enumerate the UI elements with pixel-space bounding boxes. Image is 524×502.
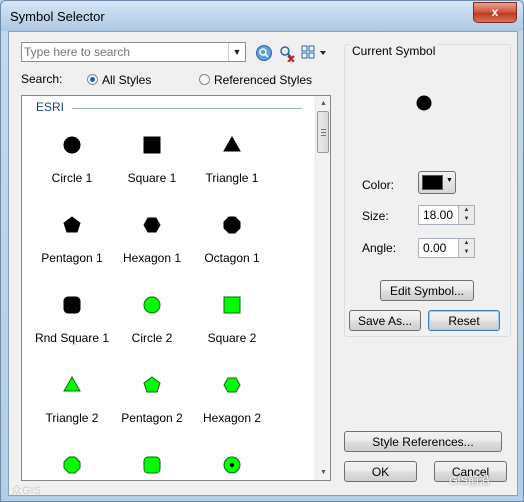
triangle-symbol-icon bbox=[223, 136, 241, 152]
vertical-scrollbar[interactable]: ▲ ▼ bbox=[315, 96, 330, 480]
symbol-item-label: Hexagon 2 bbox=[202, 411, 262, 425]
symbol-item[interactable]: Triangle 1 bbox=[192, 108, 272, 188]
chevron-down-icon[interactable]: ▼ bbox=[228, 43, 245, 61]
save-as-button[interactable]: Save As... bbox=[349, 310, 421, 331]
octagon-symbol-icon bbox=[223, 216, 241, 234]
triangle-symbol-icon bbox=[63, 376, 81, 392]
rounded-square-symbol-icon bbox=[143, 456, 161, 474]
scroll-up-arrow-icon[interactable]: ▲ bbox=[316, 96, 330, 111]
close-button[interactable]: x bbox=[473, 2, 517, 23]
hexagon-symbol-icon bbox=[143, 217, 161, 233]
radio-referenced-styles-label[interactable]: Referenced Styles bbox=[214, 73, 312, 87]
symbol-item-label: Circle 1 bbox=[51, 171, 93, 185]
angle-stepper[interactable]: 0.00 ▲ ▼ bbox=[418, 238, 475, 258]
symbol-item[interactable]: Pentagon 1 bbox=[32, 188, 112, 268]
close-icon: x bbox=[491, 5, 499, 19]
radio-referenced-styles[interactable] bbox=[199, 74, 210, 85]
symbol-item-label: Hexagon 1 bbox=[122, 251, 182, 265]
rounded-square-symbol-icon bbox=[63, 296, 81, 314]
angle-value[interactable]: 0.00 bbox=[423, 241, 446, 255]
radio-all-styles-label[interactable]: All Styles bbox=[102, 73, 151, 87]
symbol-item[interactable]: Triangle 2 bbox=[32, 348, 112, 428]
octagon-symbol-icon bbox=[63, 456, 81, 474]
symbol-item-label: Square 2 bbox=[207, 331, 257, 345]
color-swatch bbox=[422, 175, 443, 190]
search-button[interactable] bbox=[255, 44, 273, 62]
symbol-item[interactable]: Square 2 bbox=[192, 268, 272, 348]
symbol-item[interactable] bbox=[32, 428, 112, 480]
pentagon-symbol-icon bbox=[63, 216, 81, 233]
watermark-left: 众GIS bbox=[11, 485, 41, 497]
current-symbol-title: Current Symbol bbox=[350, 44, 438, 58]
size-stepper[interactable]: 18.00 ▲ ▼ bbox=[418, 205, 475, 225]
current-symbol-group: Current Symbol Color: ▼ Size: 18.00 ▲ ▼ … bbox=[344, 44, 511, 337]
symbol-item[interactable] bbox=[112, 428, 192, 480]
square-symbol-icon bbox=[143, 136, 161, 154]
symbol-item[interactable]: Octagon 1 bbox=[192, 188, 272, 268]
symbol-item[interactable]: Rnd Square 1 bbox=[32, 268, 112, 348]
symbol-item[interactable]: Pentagon 2 bbox=[112, 348, 192, 428]
window-title: Symbol Selector bbox=[10, 9, 105, 24]
angle-decrease-icon[interactable]: ▼ bbox=[458, 248, 474, 257]
ok-button[interactable]: OK bbox=[344, 461, 417, 482]
color-picker-button[interactable]: ▼ bbox=[418, 171, 456, 194]
radio-all-styles[interactable] bbox=[87, 74, 98, 85]
size-label: Size: bbox=[362, 209, 389, 223]
angle-label: Angle: bbox=[362, 241, 397, 255]
symbol-item-label: Rnd Square 1 bbox=[34, 331, 110, 345]
symbol-item-label: Pentagon 2 bbox=[121, 411, 183, 425]
search-input[interactable] bbox=[24, 45, 224, 59]
symbol-selector-window: Symbol Selector x ▼ bbox=[0, 0, 524, 502]
symbol-item-label: Triangle 2 bbox=[45, 411, 99, 425]
symbol-item[interactable]: Circle 2 bbox=[112, 268, 192, 348]
circle-symbol-icon bbox=[63, 136, 81, 154]
scroll-thumb[interactable] bbox=[317, 111, 329, 153]
symbol-item-label: Triangle 1 bbox=[205, 171, 259, 185]
pentagon-symbol-icon bbox=[143, 376, 161, 393]
current-symbol-preview bbox=[416, 95, 432, 111]
symbol-item-label: Pentagon 1 bbox=[41, 251, 103, 265]
circle-symbol-icon bbox=[143, 296, 161, 314]
chevron-down-icon: ▼ bbox=[446, 177, 453, 184]
square-symbol-icon bbox=[223, 296, 241, 314]
symbol-item[interactable]: Hexagon 1 bbox=[112, 188, 192, 268]
symbol-item[interactable]: Hexagon 2 bbox=[192, 348, 272, 428]
symbol-item-label: Square 1 bbox=[127, 171, 177, 185]
dialog-client: ▼ Search: bbox=[8, 31, 518, 497]
size-value[interactable]: 18.00 bbox=[423, 208, 453, 222]
grid-view-icon bbox=[301, 45, 326, 59]
hexagon-symbol-icon bbox=[223, 377, 241, 393]
clear-search-icon bbox=[280, 46, 295, 63]
search-combobox[interactable]: ▼ bbox=[21, 42, 246, 62]
symbol-item-label: Circle 2 bbox=[131, 331, 173, 345]
watermark-right: GIS前沿 bbox=[449, 475, 490, 487]
title-bar[interactable]: Symbol Selector x bbox=[1, 1, 523, 31]
symbol-item[interactable]: Square 1 bbox=[112, 108, 192, 188]
color-label: Color: bbox=[362, 178, 395, 192]
style-references-button[interactable]: Style References... bbox=[344, 431, 502, 452]
reset-button[interactable]: Reset bbox=[428, 310, 500, 331]
search-scope-label: Search: bbox=[21, 72, 63, 86]
circle-dot-symbol-icon bbox=[223, 456, 241, 474]
symbol-item-label: Octagon 1 bbox=[204, 251, 260, 265]
symbol-item[interactable] bbox=[192, 428, 272, 480]
clear-search-button[interactable] bbox=[278, 44, 296, 63]
search-icon bbox=[256, 45, 272, 61]
edit-symbol-button[interactable]: Edit Symbol... bbox=[380, 280, 474, 301]
symbol-item[interactable]: Circle 1 bbox=[32, 108, 112, 188]
scroll-down-arrow-icon[interactable]: ▼ bbox=[316, 465, 330, 480]
view-options-button[interactable] bbox=[301, 44, 329, 62]
size-decrease-icon[interactable]: ▼ bbox=[458, 215, 474, 224]
symbol-list[interactable]: ESRI Circle 1 Square 1 Triangle 1 Pentagon … bbox=[21, 95, 331, 481]
